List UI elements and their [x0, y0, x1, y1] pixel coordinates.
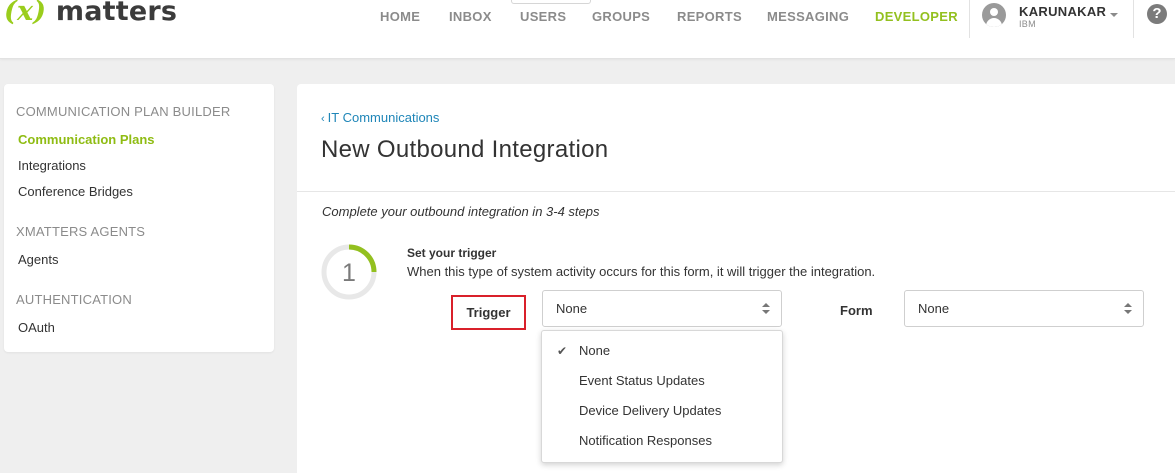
dropdown-option-event-status-updates[interactable]: Event Status Updates — [542, 366, 782, 396]
nav-users[interactable]: USERS — [520, 9, 566, 24]
nav-home[interactable]: HOME — [380, 9, 420, 24]
trigger-select[interactable]: None — [542, 290, 782, 327]
logo-mark: (x) — [4, 0, 47, 27]
divider — [297, 191, 1175, 192]
sidebar-item-agents[interactable]: Agents — [18, 252, 58, 267]
user-name[interactable]: KARUNAKAR — [1019, 4, 1106, 19]
select-arrows-icon — [1124, 303, 1132, 315]
top-header: (x) matters HOME INBOX USERS GROUPS REPO… — [0, 0, 1175, 59]
dropdown-option-label: Notification Responses — [579, 433, 712, 448]
trigger-dropdown-menu: ✔ None Event Status Updates Device Deliv… — [541, 330, 783, 463]
breadcrumb[interactable]: ‹ IT Communications — [321, 110, 439, 125]
sidebar-heading-authentication: AUTHENTICATION — [16, 292, 132, 307]
header-divider — [969, 0, 970, 38]
nav-reports[interactable]: REPORTS — [677, 9, 742, 24]
form-select[interactable]: None — [904, 290, 1144, 327]
dropdown-option-device-delivery-updates[interactable]: Device Delivery Updates — [542, 396, 782, 426]
nav-messaging[interactable]: MESSAGING — [767, 9, 849, 24]
check-icon: ✔ — [557, 344, 568, 358]
sidebar-item-oauth[interactable]: OAuth — [18, 320, 55, 335]
trigger-label: Trigger — [451, 295, 526, 330]
step-number: 1 — [342, 259, 356, 287]
nav-developer[interactable]: DEVELOPER — [875, 9, 958, 24]
form-label: Form — [840, 303, 873, 318]
dropdown-option-notification-responses[interactable]: Notification Responses — [542, 426, 782, 456]
form-select-value: None — [918, 301, 950, 316]
steps-note: Complete your outbound integration in 3-… — [322, 204, 600, 219]
step-title: Set your trigger — [407, 246, 497, 260]
select-arrows-icon — [762, 303, 770, 315]
dropdown-option-label: Device Delivery Updates — [579, 403, 722, 418]
step-progress-icon: 1 — [321, 244, 377, 300]
sidebar: COMMUNICATION PLAN BUILDER Communication… — [4, 84, 274, 352]
breadcrumb-link[interactable]: IT Communications — [328, 110, 440, 125]
sidebar-item-communication-plans[interactable]: Communication Plans — [18, 132, 155, 147]
page-title: New Outbound Integration — [321, 136, 609, 163]
user-org: IBM — [1019, 19, 1036, 29]
step-description: When this type of system activity occurs… — [407, 264, 876, 279]
help-icon[interactable]: ? — [1147, 4, 1167, 24]
avatar-icon[interactable] — [982, 3, 1006, 27]
user-menu-caret-icon[interactable] — [1110, 13, 1118, 17]
users-tab-indicator — [511, 0, 591, 4]
trigger-select-value: None — [556, 301, 588, 316]
dropdown-option-label: None — [579, 343, 611, 358]
nav-inbox[interactable]: INBOX — [449, 9, 492, 24]
sidebar-item-integrations[interactable]: Integrations — [18, 158, 86, 173]
xmatters-logo[interactable]: (x) matters — [4, 0, 177, 27]
sidebar-heading-xmatters-agents: XMATTERS AGENTS — [16, 224, 146, 239]
sidebar-item-conference-bridges[interactable]: Conference Bridges — [18, 184, 133, 199]
header-divider — [1133, 0, 1134, 38]
dropdown-option-none[interactable]: ✔ None — [542, 336, 782, 366]
logo-wordmark: matters — [55, 0, 178, 27]
chevron-left-icon: ‹ — [321, 113, 325, 125]
sidebar-heading-comm-plan-builder: COMMUNICATION PLAN BUILDER — [16, 104, 231, 119]
nav-groups[interactable]: GROUPS — [592, 9, 650, 24]
dropdown-option-label: Event Status Updates — [579, 373, 705, 388]
